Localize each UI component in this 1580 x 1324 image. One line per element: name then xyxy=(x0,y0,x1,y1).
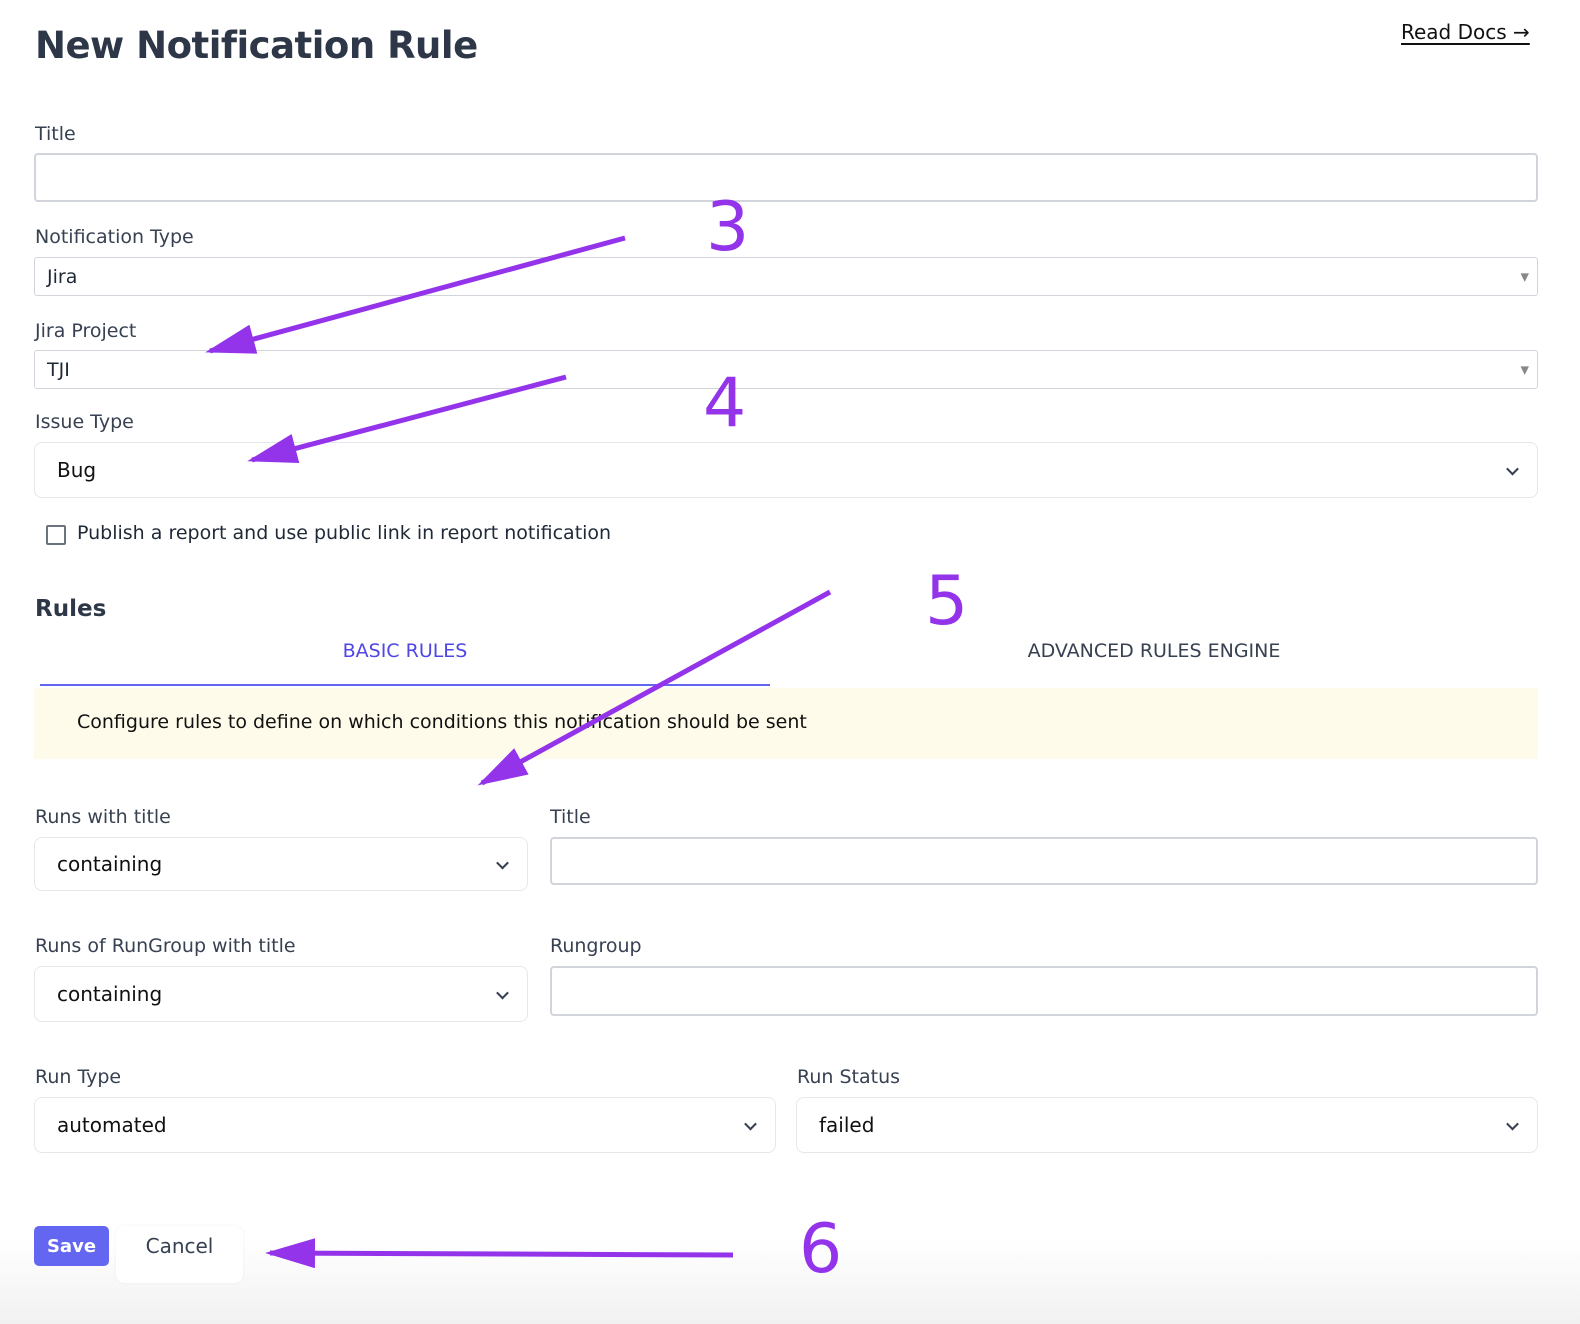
arrow-4 xyxy=(247,374,567,464)
step-number-3: 3 xyxy=(706,188,750,267)
step-number-6: 6 xyxy=(799,1210,843,1289)
arrow-5 xyxy=(477,589,832,786)
step-number-4: 4 xyxy=(703,364,747,443)
arrow-3 xyxy=(205,235,626,354)
arrow-6 xyxy=(265,1238,734,1269)
step-number-5: 5 xyxy=(925,562,969,641)
annotation-arrows xyxy=(205,235,832,1269)
